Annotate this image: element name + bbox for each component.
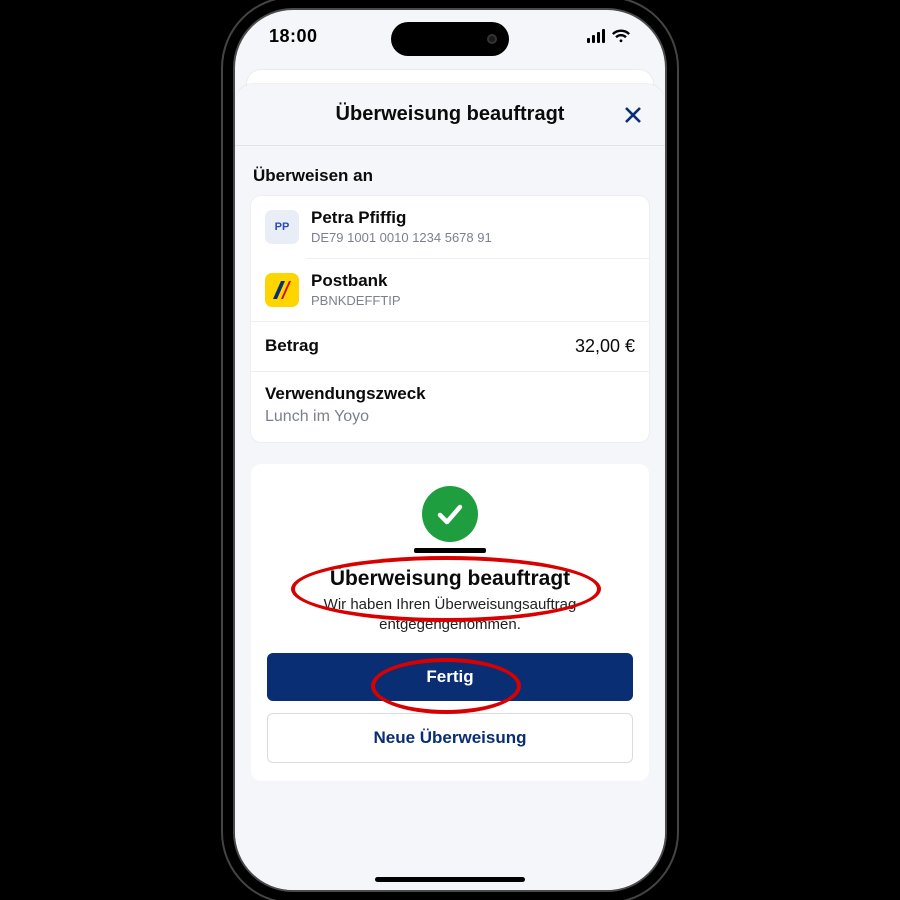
amount-row: Betrag 32,00 € [251,321,649,371]
recipient-name: Petra Pfiffig [311,208,635,228]
badge-shadow [414,548,486,553]
success-badge [422,486,478,542]
status-time: 18:00 [269,26,318,47]
home-indicator [375,877,525,882]
wifi-icon [611,29,631,43]
status-indicators [587,29,631,43]
sheet-title: Überweisung beauftragt [336,103,565,126]
purpose-row: Verwendungszweck Lunch im Yoyo [251,371,649,442]
bank-bic: PBNKDEFFTIP [311,293,635,309]
purpose-label: Verwendungszweck [265,384,635,404]
sheet-header: Überweisung beauftragt [235,84,665,146]
status-bar: 18:00 [235,10,665,62]
done-button[interactable]: Fertig [267,653,633,701]
bank-row: Postbank PBNKDEFFTIP [251,259,649,321]
cellular-icon [587,29,605,43]
postbank-icon [267,275,297,305]
bank-logo [265,273,299,307]
recipient-avatar: PP [265,210,299,244]
amount-label: Betrag [265,336,319,356]
close-icon [622,104,644,126]
modal-sheet: Überweisung beauftragt Überweisen an PP … [235,84,665,890]
confirmation-subtitle: Wir haben Ihren Überweisungsauftrag entg… [267,595,633,636]
confirmation-title: Überweisung beauftragt [267,567,633,591]
section-label-recipient: Überweisen an [253,166,649,186]
check-icon [434,498,466,530]
sheet-stack: Überweisung beauftragt Überweisen an PP … [235,70,665,890]
phone-frame: 18:00 Überweisung beauftragt Überweisen … [235,10,665,890]
purpose-value: Lunch im Yoyo [265,408,369,425]
bank-name: Postbank [311,271,635,291]
recipient-row: PP Petra Pfiffig DE79 1001 0010 1234 567… [251,196,649,258]
transfer-details-card: PP Petra Pfiffig DE79 1001 0010 1234 567… [251,196,649,442]
close-button[interactable] [613,95,653,135]
confirmation-card: Überweisung beauftragt Wir haben Ihren Ü… [251,464,649,782]
amount-value: 32,00 € [575,336,635,357]
sheet-content: Überweisen an PP Petra Pfiffig DE79 1001… [235,146,665,781]
recipient-iban: DE79 1001 0010 1234 5678 91 [311,230,635,246]
new-transfer-button[interactable]: Neue Überweisung [267,713,633,763]
